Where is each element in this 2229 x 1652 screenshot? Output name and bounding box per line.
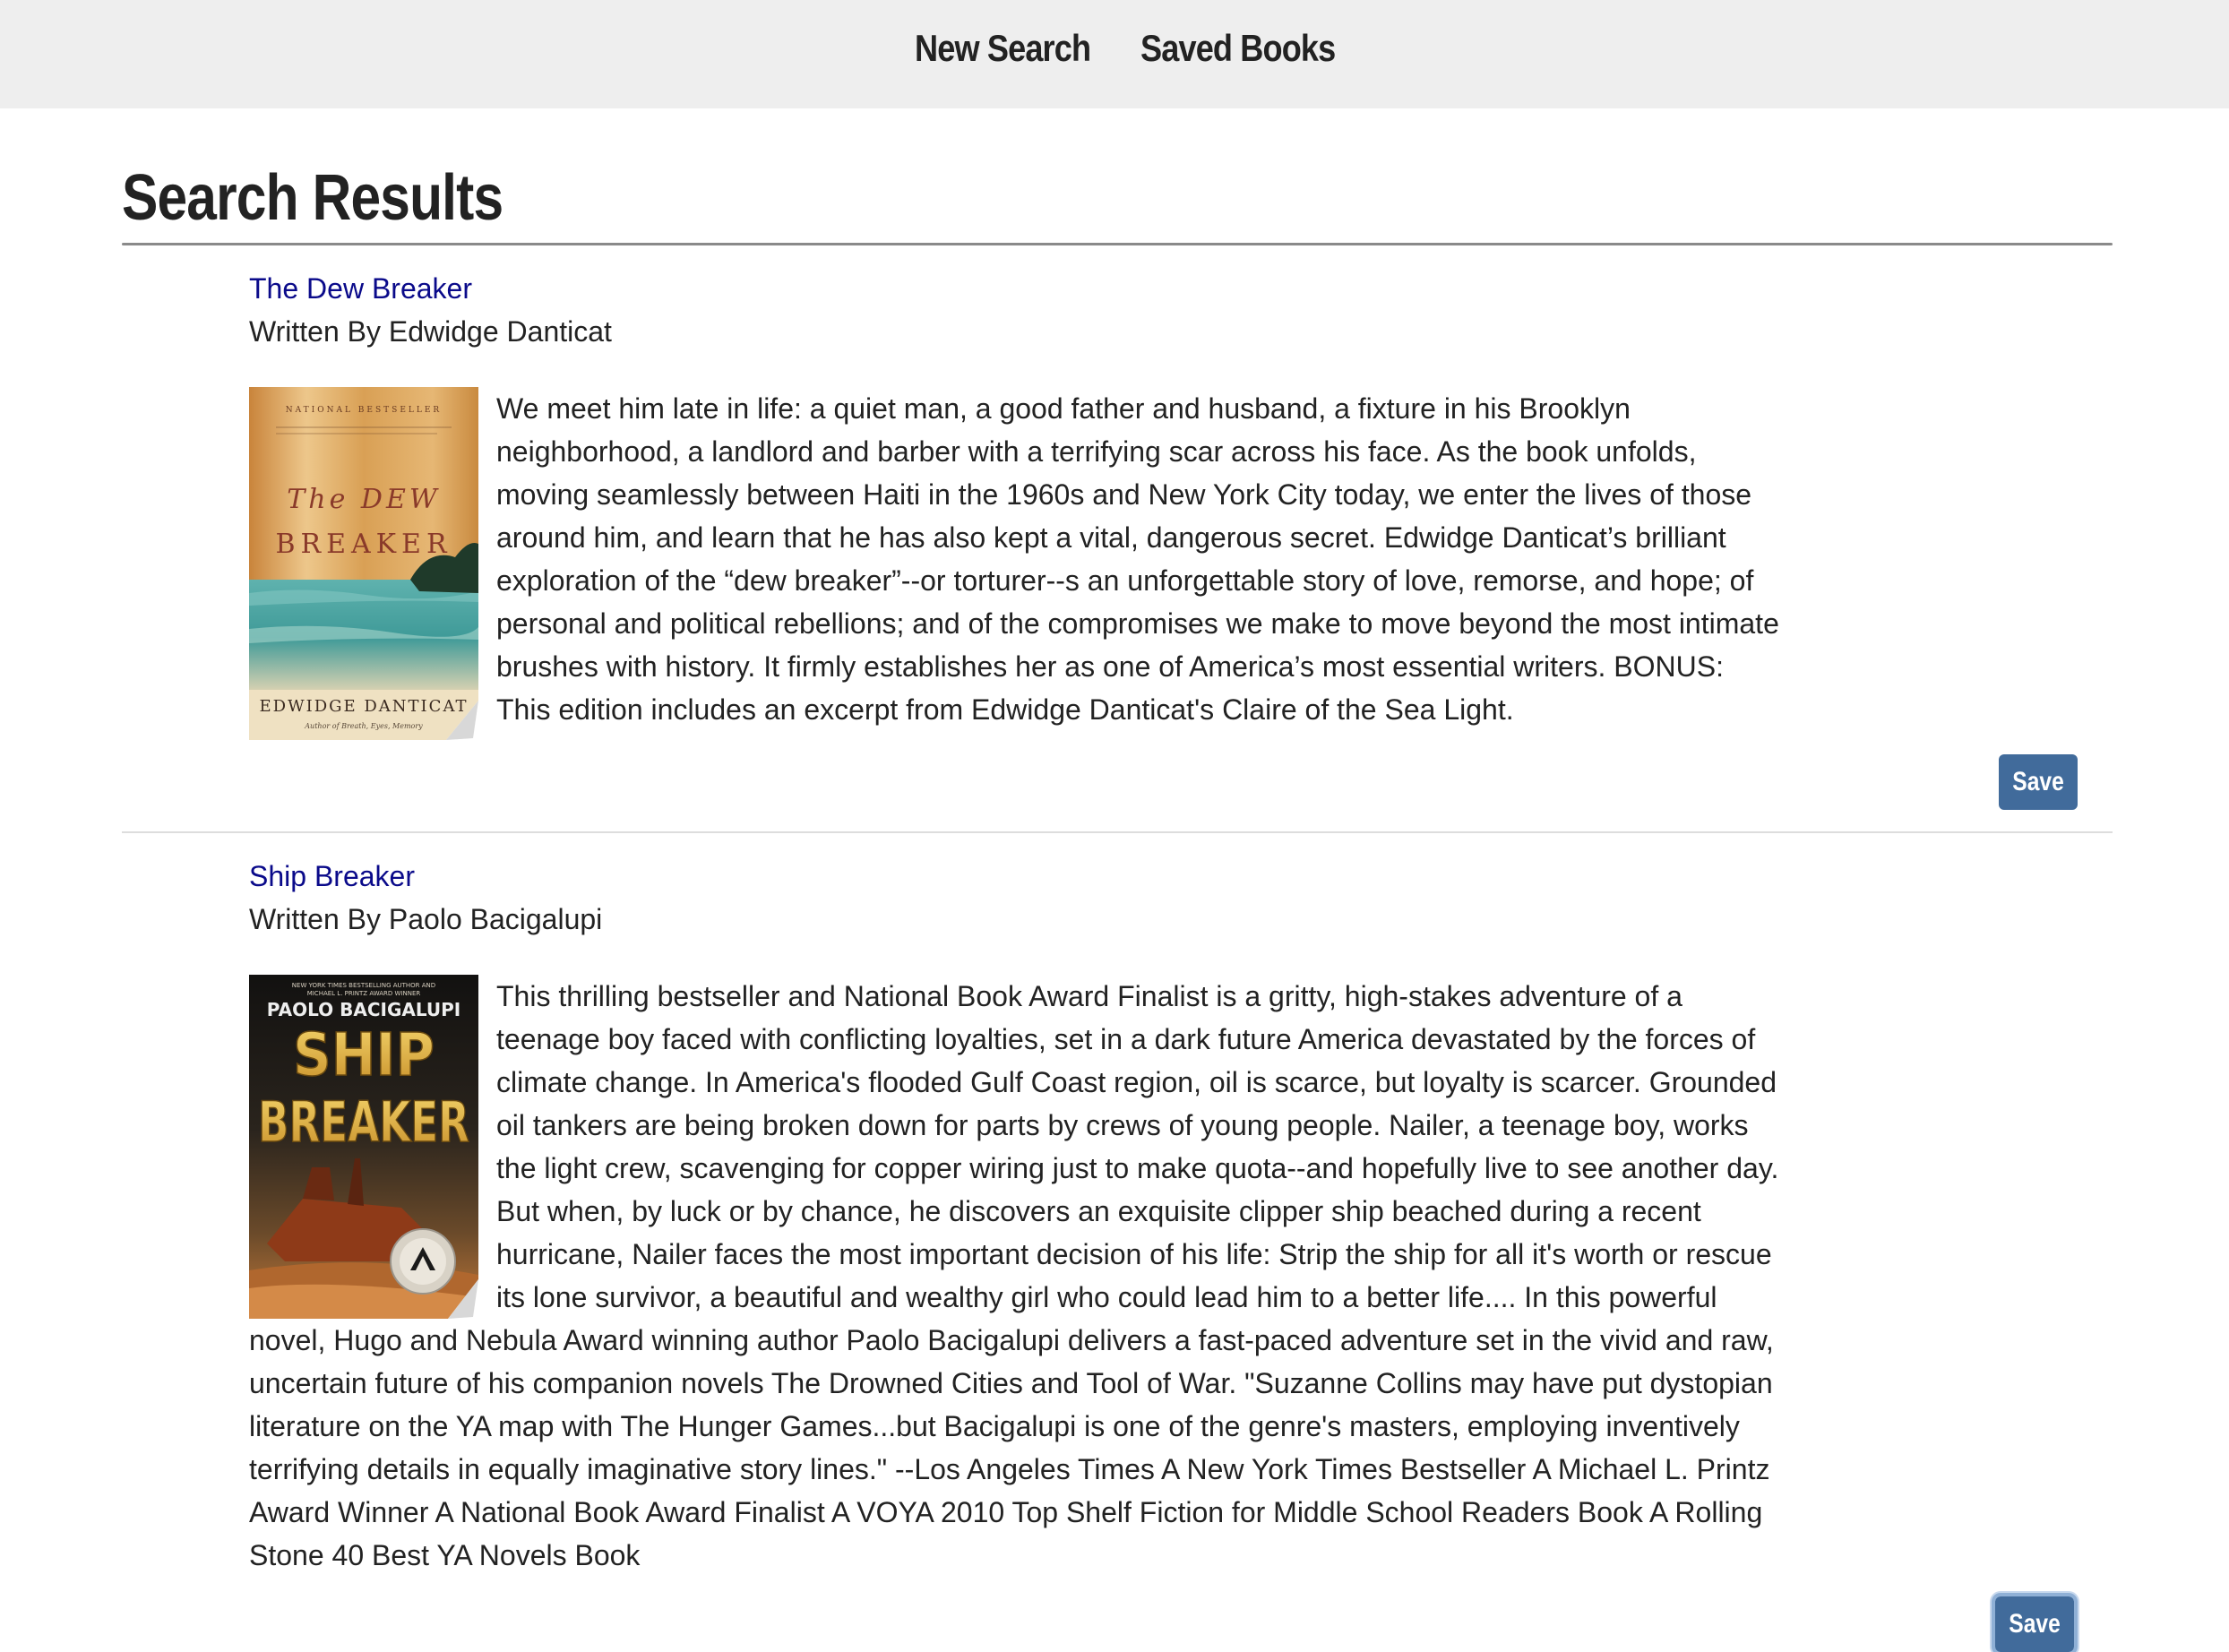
svg-text:BREAKER: BREAKER (258, 1089, 469, 1155)
save-button-label: Save (2009, 1609, 2061, 1639)
book-description: This thrilling bestseller and National B… (249, 980, 1779, 1571)
book-result-item: The Dew Breaker Written By Edwidge Danti… (249, 267, 1781, 740)
book-body: NEW YORK TIMES BESTSELLING AUTHOR AND MI… (249, 975, 1781, 1577)
book-author: Written By Paolo Bacigalupi (249, 903, 603, 935)
svg-text:Author of Breath, Eyes, Memory: Author of Breath, Eyes, Memory (304, 722, 423, 730)
svg-text:The DEW: The DEW (287, 484, 440, 515)
book-body: NATIONAL BESTSELLER The DEW BREAKER EDWI… (249, 387, 1781, 740)
book-description: We meet him late in life: a quiet man, a… (496, 392, 1779, 726)
page-title: Search Results (122, 162, 503, 234)
svg-text:NEW YORK TIMES BESTSELLING AUT: NEW YORK TIMES BESTSELLING AUTHOR AND (292, 982, 435, 989)
svg-text:EDWIDGE DANTICAT: EDWIDGE DANTICAT (260, 697, 469, 716)
save-book-button[interactable]: Save (1999, 754, 2078, 810)
book-cover-image: NATIONAL BESTSELLER The DEW BREAKER EDWI… (249, 387, 478, 740)
svg-text:PAOLO BACIGALUPI: PAOLO BACIGALUPI (267, 999, 460, 1020)
book-divider (122, 831, 2113, 833)
book-author: Written By Edwidge Danticat (249, 315, 612, 348)
save-book-button[interactable]: Save (1992, 1593, 2078, 1652)
svg-text:SHIP: SHIP (293, 1020, 435, 1089)
svg-text:MICHAEL L. PRINTZ AWARD WINNER: MICHAEL L. PRINTZ AWARD WINNER (307, 990, 421, 997)
title-divider (122, 243, 2113, 245)
book-cover-image: NEW YORK TIMES BESTSELLING AUTHOR AND MI… (249, 975, 478, 1319)
book-title-link[interactable]: Ship Breaker (249, 855, 1781, 898)
nav-saved-books-link[interactable]: Saved Books (1140, 27, 1336, 70)
nav-new-search-link[interactable]: New Search (915, 27, 1091, 70)
book-result-item: Ship Breaker Written By Paolo Bacigalupi (249, 855, 1781, 1577)
top-navbar: New Search Saved Books (0, 0, 2229, 108)
save-button-label: Save (2012, 767, 2064, 796)
svg-text:NATIONAL BESTSELLER: NATIONAL BESTSELLER (286, 406, 442, 415)
svg-text:BREAKER: BREAKER (275, 529, 452, 560)
book-title-link[interactable]: The Dew Breaker (249, 267, 1781, 310)
